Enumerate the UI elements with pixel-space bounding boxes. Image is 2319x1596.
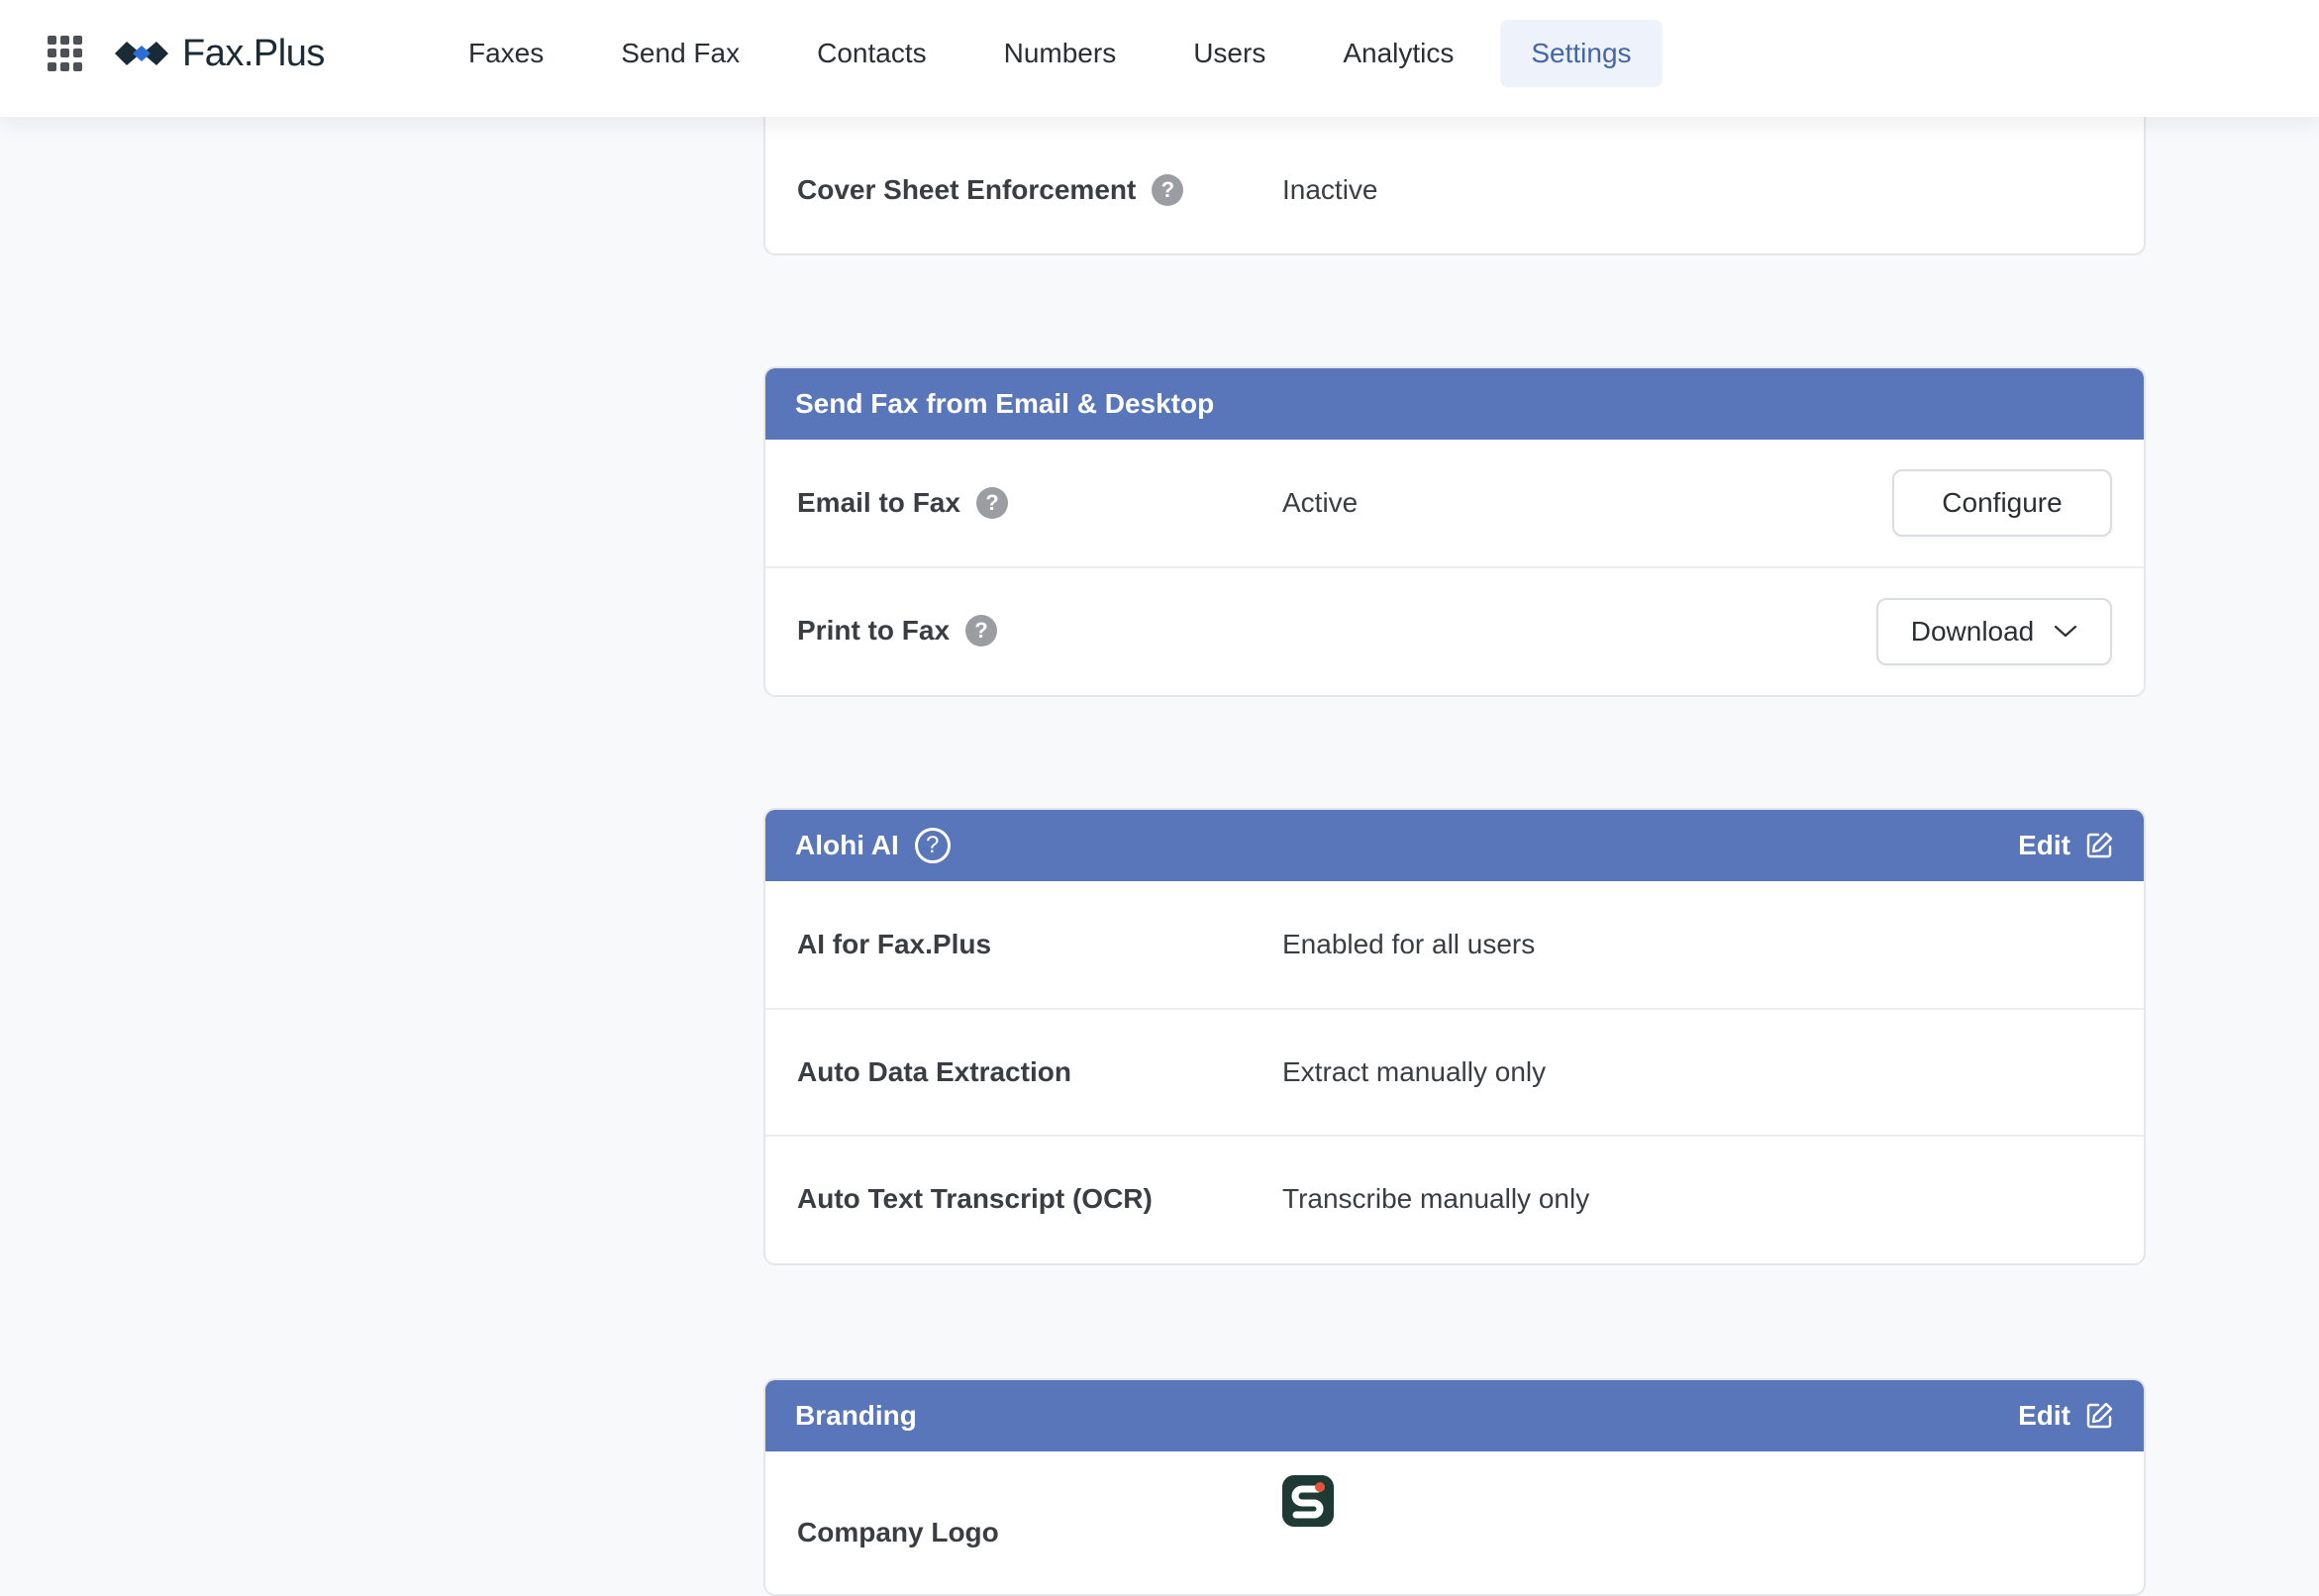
alohi-ai-edit-button[interactable]: Edit <box>2018 830 2114 861</box>
help-icon[interactable]: ? <box>1152 174 1184 206</box>
ai-row-value: Enabled for all users <box>1282 929 1536 959</box>
edit-label: Edit <box>2018 830 2070 860</box>
email-to-fax-label-wrap: Email to Fax ? <box>797 487 1282 519</box>
company-logo-label: Company Logo <box>797 1517 999 1547</box>
print-to-fax-row: Print to Fax ? Download <box>765 566 2144 693</box>
alohi-ai-card: Alohi AI ? Edit AI for Fax.Plus Enabled … <box>763 808 2146 1265</box>
edit-label: Edit <box>2018 1400 2070 1431</box>
nav-analytics[interactable]: Analytics <box>1312 20 1484 87</box>
ai-for-faxplus-row: AI for Fax.Plus Enabled for all users <box>765 881 2144 1008</box>
branding-card: Branding Edit Company Logo <box>763 1378 2146 1596</box>
configure-button[interactable]: Configure <box>1892 469 2112 537</box>
help-icon[interactable]: ? <box>975 487 1008 519</box>
nav-faxes[interactable]: Faxes <box>438 20 574 87</box>
email-to-fax-row: Email to Fax ? Active Configure <box>765 440 2144 566</box>
auto-text-transcript-row: Auto Text Transcript (OCR) Transcribe ma… <box>765 1135 2144 1261</box>
download-dropdown-button[interactable]: Download <box>1876 598 2112 665</box>
nav-settings[interactable]: Settings <box>1500 20 1663 87</box>
company-logo-icon <box>1282 1475 1334 1527</box>
send-fax-title: Send Fax from Email & Desktop <box>795 388 1215 419</box>
ai-row-label: Auto Data Extraction <box>797 1056 1071 1087</box>
alohi-ai-header: Alohi AI ? Edit <box>765 810 2144 881</box>
auto-data-extraction-row: Auto Data Extraction Extract manually on… <box>765 1008 2144 1135</box>
nav-send-fax[interactable]: Send Fax <box>590 20 770 87</box>
main-nav: Faxes Send Fax Contacts Numbers Users An… <box>438 20 1678 87</box>
branding-title: Branding <box>795 1400 917 1431</box>
email-to-fax-value: Active <box>1282 487 1359 518</box>
download-button-label: Download <box>1910 616 2035 647</box>
nav-users[interactable]: Users <box>1162 20 1296 87</box>
help-icon[interactable]: ? <box>965 615 998 647</box>
branding-edit-button[interactable]: Edit <box>2018 1400 2114 1432</box>
cover-sheet-value: Inactive <box>1282 174 1378 205</box>
chevron-down-icon <box>2055 625 2077 638</box>
cover-sheet-label-wrap: Cover Sheet Enforcement ? <box>797 174 1282 206</box>
branding-header: Branding Edit <box>765 1380 2144 1451</box>
top-navigation-bar: Fax.Plus Faxes Send Fax Contacts Numbers… <box>0 0 2319 117</box>
send-fax-header: Send Fax from Email & Desktop <box>765 368 2144 440</box>
brand-name: Fax.Plus <box>182 32 325 74</box>
brand-logo[interactable]: Fax.Plus <box>113 30 325 77</box>
edit-icon <box>2086 832 2113 858</box>
cover-sheet-label: Cover Sheet Enforcement <box>797 174 1137 205</box>
help-icon[interactable]: ? <box>914 828 951 863</box>
email-to-fax-label: Email to Fax <box>797 487 960 518</box>
company-logo-image <box>1282 1475 1334 1527</box>
ai-row-value: Extract manually only <box>1282 1056 1547 1087</box>
fax-plus-logo-icon <box>115 42 168 65</box>
configure-button-label: Configure <box>1942 487 2063 518</box>
company-logo-row: Company Logo <box>765 1451 2144 1578</box>
apps-grid-icon[interactable] <box>48 36 83 71</box>
nav-numbers[interactable]: Numbers <box>973 20 1148 87</box>
ai-row-label: Auto Text Transcript (OCR) <box>797 1183 1153 1214</box>
cover-sheet-row: Cover Sheet Enforcement ? Inactive <box>765 127 2144 253</box>
print-to-fax-label: Print to Fax <box>797 615 951 646</box>
ai-row-label: AI for Fax.Plus <box>797 929 992 959</box>
send-fax-card: Send Fax from Email & Desktop Email to F… <box>763 366 2146 697</box>
ai-row-value: Transcribe manually only <box>1282 1183 1590 1214</box>
alohi-ai-title: Alohi AI <box>795 830 899 860</box>
edit-icon <box>2086 1402 2113 1429</box>
nav-contacts[interactable]: Contacts <box>786 20 958 87</box>
print-to-fax-label-wrap: Print to Fax ? <box>797 615 1282 647</box>
